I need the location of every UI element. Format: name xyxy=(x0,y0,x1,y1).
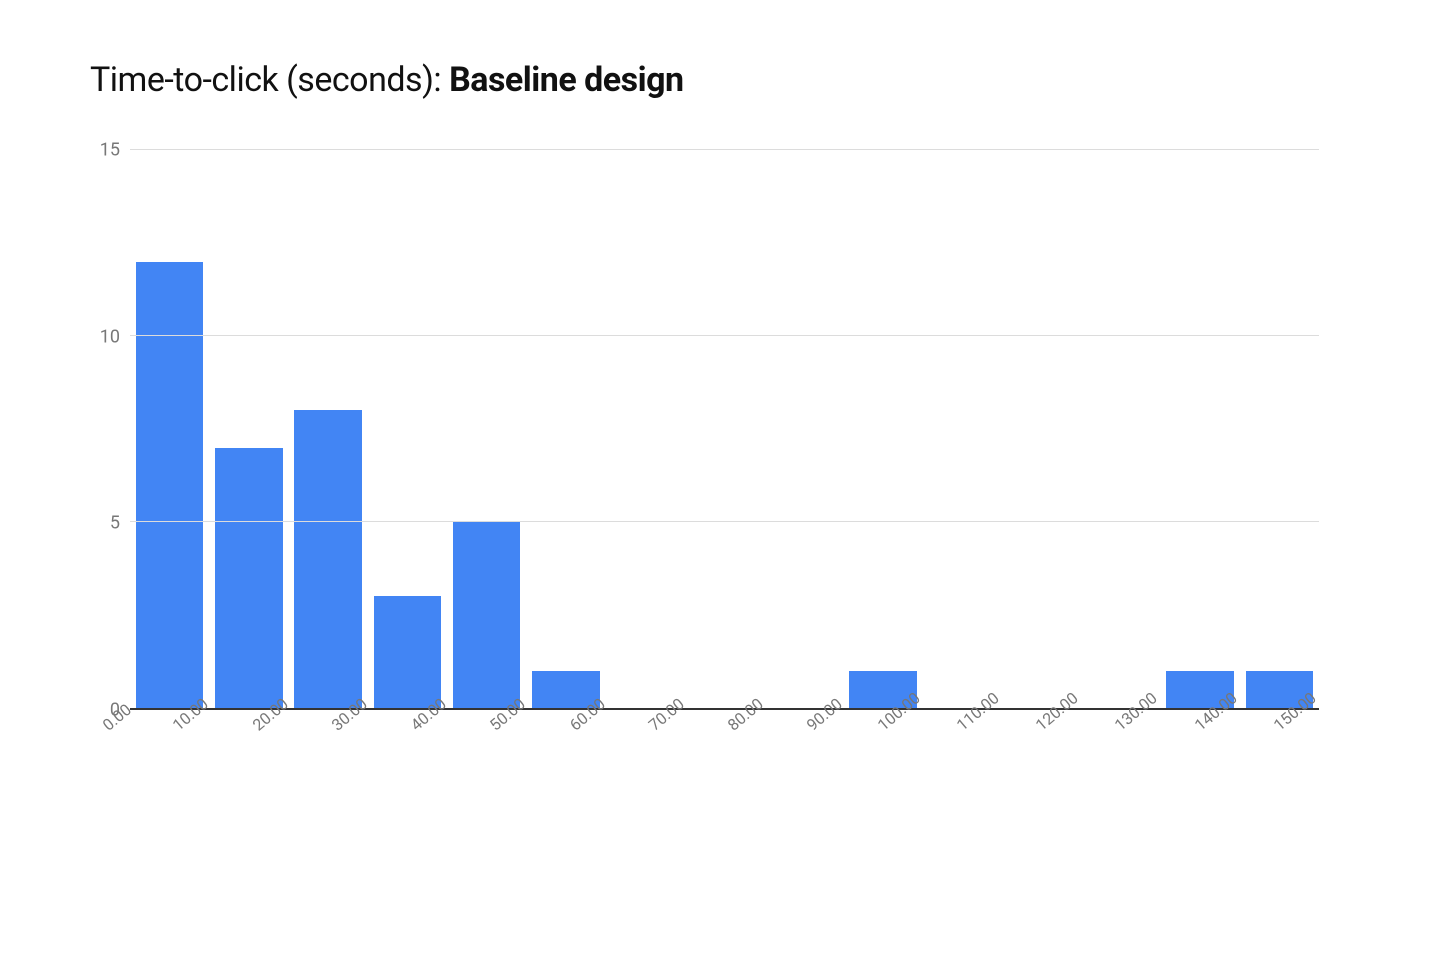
bar xyxy=(453,522,520,708)
gridline xyxy=(130,335,1319,336)
y-tick-label: 5 xyxy=(110,513,120,534)
y-tick-label: 10 xyxy=(100,326,120,347)
bars-layer xyxy=(130,150,1319,708)
plot-area xyxy=(130,150,1319,710)
gridline xyxy=(130,149,1319,150)
y-axis: 051015 xyxy=(90,150,130,710)
y-tick-label: 15 xyxy=(100,140,120,161)
bar xyxy=(136,262,203,708)
gridline xyxy=(130,521,1319,522)
x-axis: 0.0010.0020.0030.0040.0050.0060.0070.008… xyxy=(130,710,1319,770)
bar xyxy=(215,448,282,708)
chart-title: Time-to-click (seconds): Baseline design xyxy=(90,60,1359,100)
chart-title-bold: Baseline design xyxy=(449,60,684,100)
bar xyxy=(374,596,441,708)
chart-page: Time-to-click (seconds): Baseline design… xyxy=(0,0,1449,964)
bar xyxy=(294,410,361,708)
chart-title-light: Time-to-click (seconds): xyxy=(90,60,449,100)
chart-area: 051015 0.0010.0020.0030.0040.0050.0060.0… xyxy=(130,150,1319,710)
